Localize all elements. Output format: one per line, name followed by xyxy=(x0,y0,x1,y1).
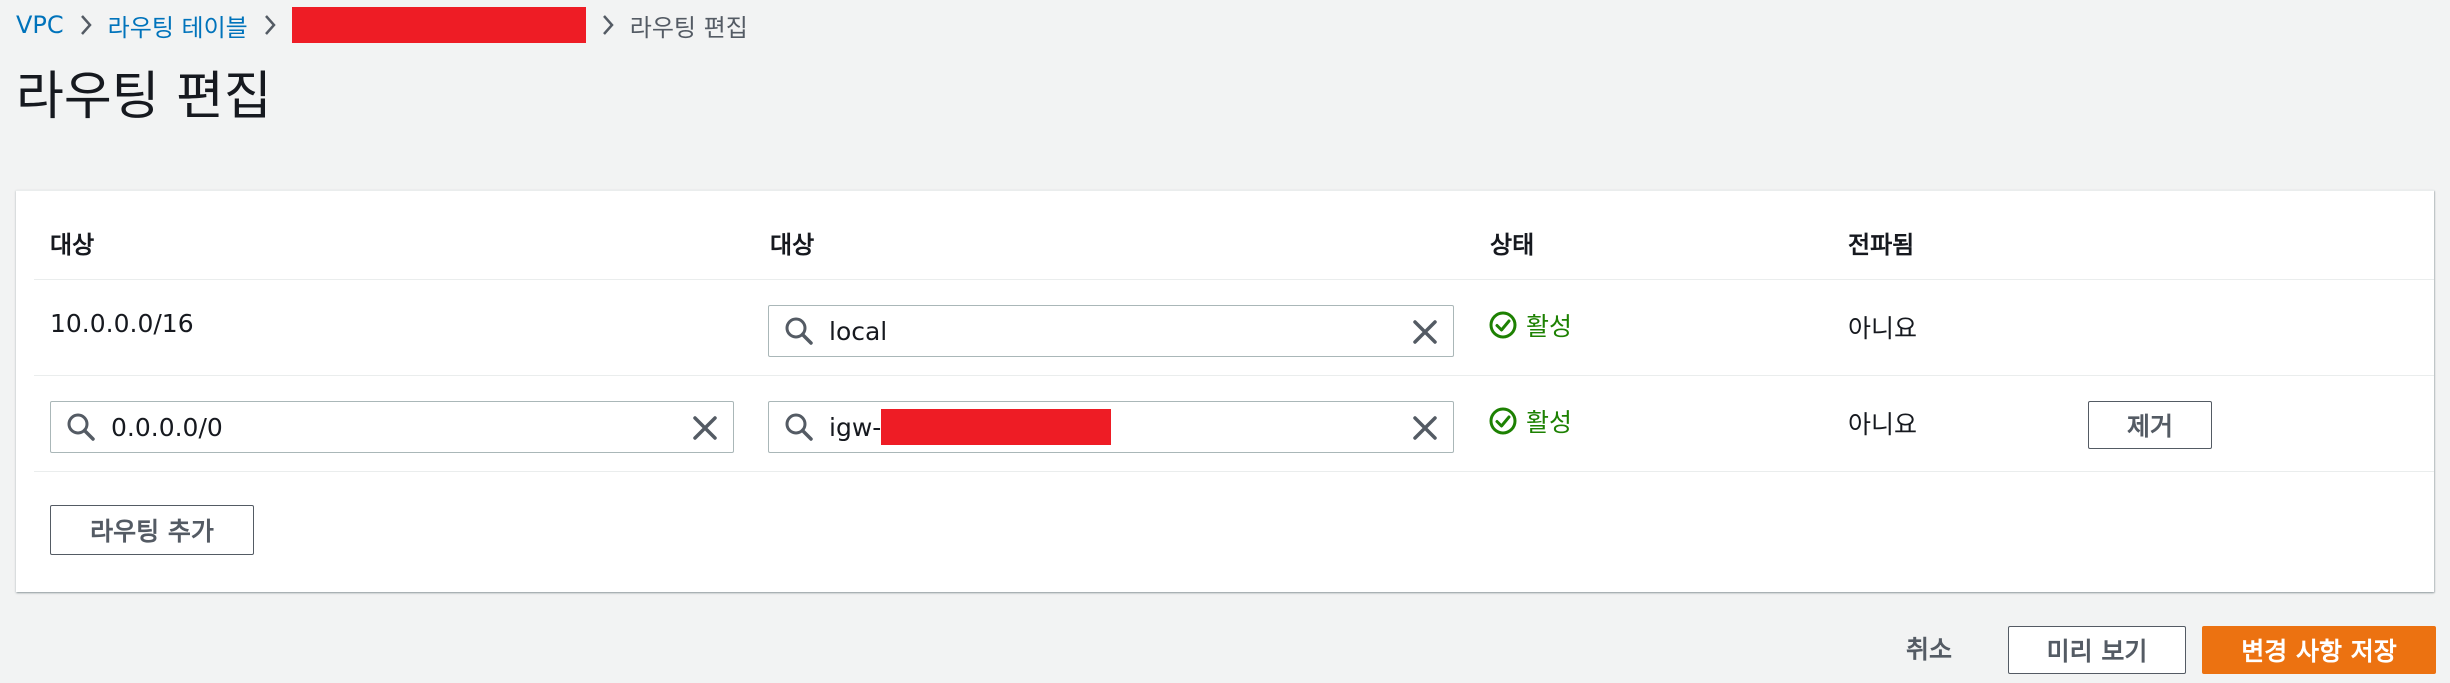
chevron-right-icon xyxy=(586,8,630,42)
destination-cell: 10.0.0.0/16 xyxy=(50,309,194,338)
target-input[interactable]: igw- xyxy=(768,401,1454,453)
row-divider xyxy=(34,375,2434,376)
check-circle-icon xyxy=(1489,311,1517,339)
status-label: 활성 xyxy=(1526,408,1573,437)
remove-route-button[interactable]: 제거 xyxy=(2088,401,2212,449)
target-value-prefix: igw- xyxy=(829,412,882,442)
header-target: 대상 xyxy=(770,231,815,259)
propagated-cell: 아니요 xyxy=(1848,410,1918,439)
add-route-button[interactable]: 라우팅 추가 xyxy=(50,505,254,555)
cancel-button[interactable]: 취소 xyxy=(1906,630,1952,666)
status-badge: 활성 xyxy=(1488,307,1572,343)
chevron-right-icon xyxy=(64,8,108,42)
save-changes-button[interactable]: 변경 사항 저장 xyxy=(2202,626,2436,674)
edit-routes-page: VPC 라우팅 테이블 라우팅 편집 라우팅 편집 대상 대상 상태 전파됨 1… xyxy=(0,0,2450,683)
close-icon[interactable] xyxy=(1411,318,1439,346)
check-circle-icon xyxy=(1489,407,1517,435)
breadcrumb-vpc-link[interactable]: VPC xyxy=(16,11,64,39)
destination-input[interactable]: 0.0.0.0/0 xyxy=(50,401,734,453)
close-icon[interactable] xyxy=(691,414,719,442)
breadcrumb-route-tables-link[interactable]: 라우팅 테이블 xyxy=(108,8,248,43)
preview-button[interactable]: 미리 보기 xyxy=(2008,626,2186,674)
target-value: local xyxy=(829,316,888,346)
status-label: 활성 xyxy=(1526,312,1573,341)
status-badge: 활성 xyxy=(1488,403,1572,439)
row-divider xyxy=(34,471,2434,472)
breadcrumb: VPC 라우팅 테이블 라우팅 편집 xyxy=(16,7,748,43)
search-icon xyxy=(67,413,95,441)
redacted-route-table-link[interactable] xyxy=(291,7,586,43)
breadcrumb-current: 라우팅 편집 xyxy=(629,13,748,42)
search-icon xyxy=(785,317,813,345)
propagated-cell: 아니요 xyxy=(1848,314,1918,343)
header-propagated: 전파됨 xyxy=(1848,231,1915,259)
redacted-igw-id xyxy=(881,409,1112,445)
header-destination: 대상 xyxy=(50,231,95,259)
header-status: 상태 xyxy=(1490,231,1535,259)
close-icon[interactable] xyxy=(1411,414,1439,442)
page-title: 라우팅 편집 xyxy=(16,67,272,127)
destination-value: 0.0.0.0/0 xyxy=(111,412,223,442)
routes-table: 대상 대상 상태 전파됨 10.0.0.0/16 local 활성 아니요 0.… xyxy=(16,190,2434,592)
search-icon xyxy=(785,413,813,441)
target-value: igw- xyxy=(829,409,1112,445)
row-divider xyxy=(34,279,2434,280)
target-input[interactable]: local xyxy=(768,305,1454,357)
chevron-right-icon xyxy=(248,8,292,42)
